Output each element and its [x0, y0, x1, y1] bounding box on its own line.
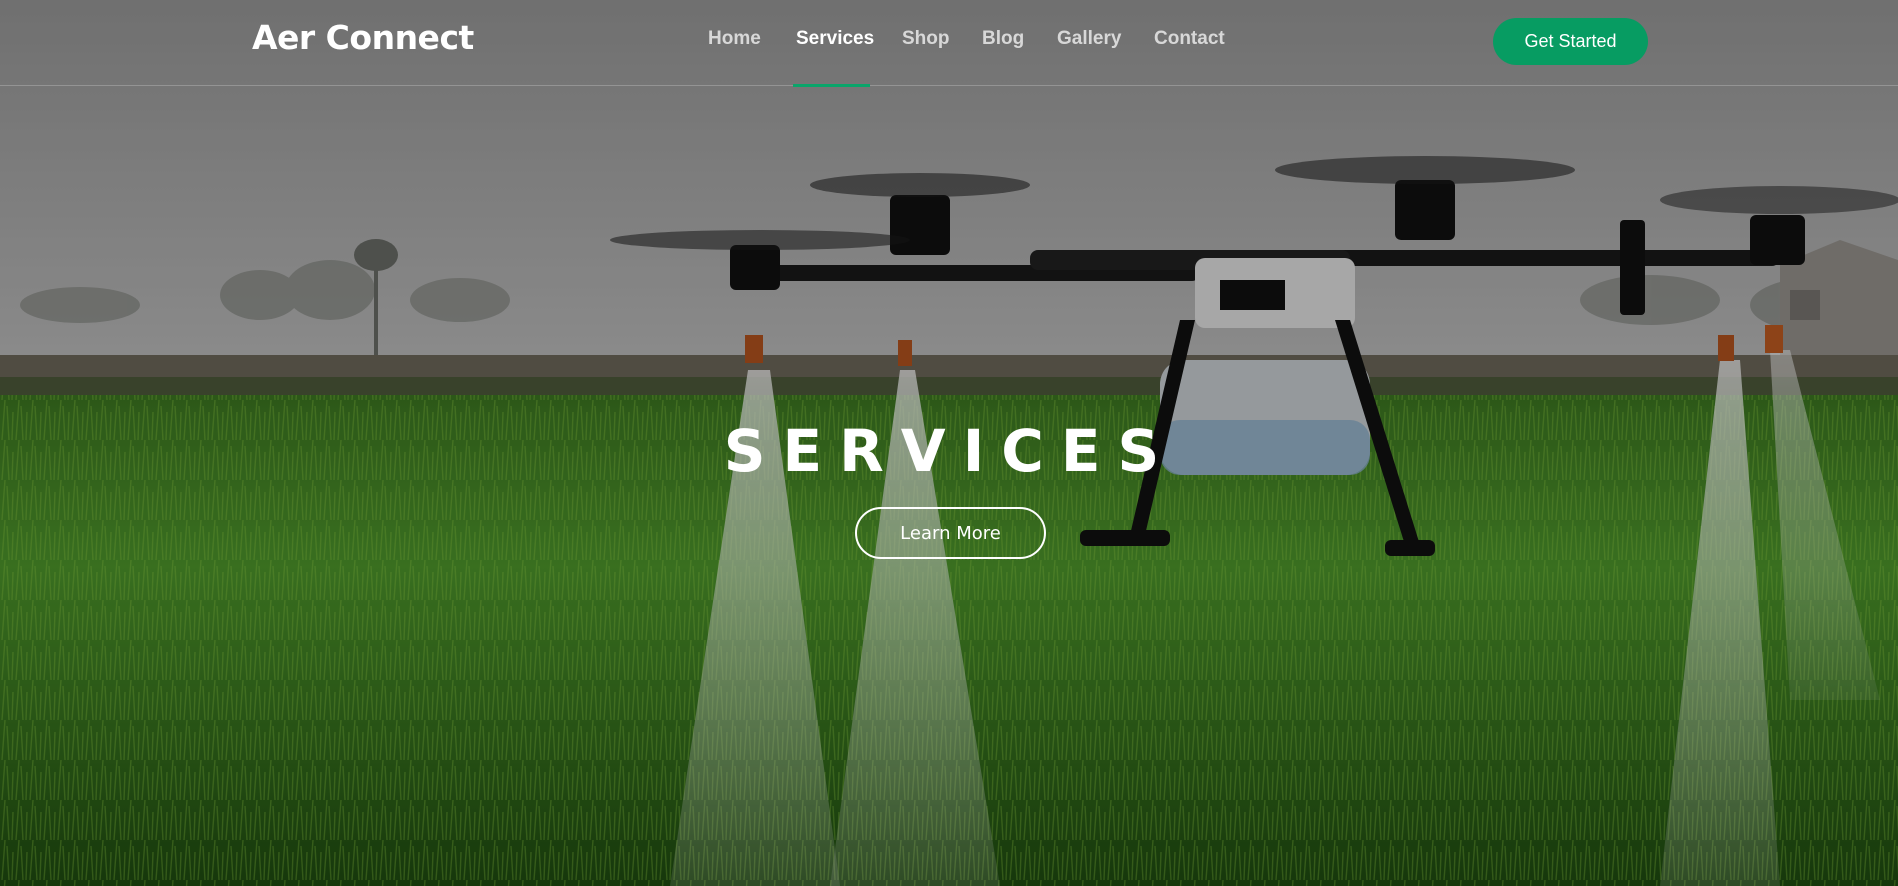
hero-title: SERVICES: [723, 417, 1177, 485]
nav-item-shop[interactable]: Shop: [902, 28, 950, 50]
hero-section: Aer Connect Home Services Shop Blog Gall…: [0, 0, 1898, 886]
nav-item-gallery[interactable]: Gallery: [1057, 28, 1121, 50]
get-started-button[interactable]: Get Started: [1493, 18, 1648, 65]
nav-item-services[interactable]: Services: [796, 28, 874, 50]
nav-active-indicator: [793, 84, 870, 87]
nav-item-contact[interactable]: Contact: [1154, 28, 1225, 50]
nav-item-blog[interactable]: Blog: [982, 28, 1024, 50]
nav-item-home[interactable]: Home: [708, 28, 761, 50]
site-header: Aer Connect Home Services Shop Blog Gall…: [0, 0, 1898, 87]
learn-more-button[interactable]: Learn More: [855, 507, 1046, 559]
